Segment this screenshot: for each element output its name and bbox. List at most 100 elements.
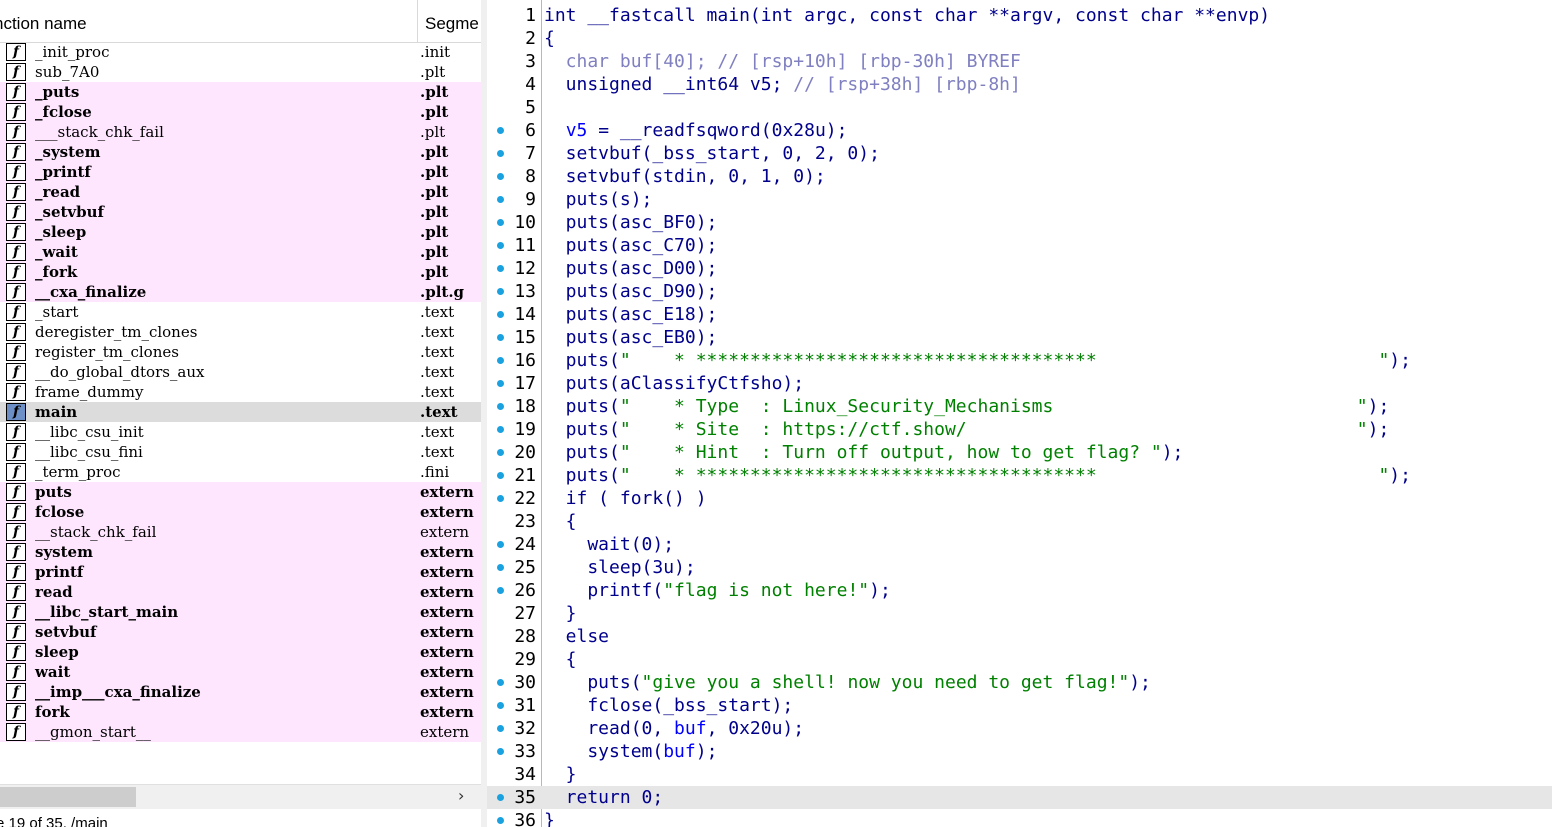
code-line[interactable]: 9 puts(s); — [487, 188, 1552, 211]
code-line[interactable]: 7 setvbuf(_bss_start, 0, 2, 0); — [487, 142, 1552, 165]
code-line[interactable]: 6 v5 = __readfsqword(0x28u); — [487, 119, 1552, 142]
function-row[interactable]: f __do_global_dtors_aux .text — [0, 362, 481, 382]
function-row[interactable]: f main .text — [0, 402, 481, 422]
pseudocode-panel[interactable]: 1 int __fastcall main(int argc, const cha… — [487, 0, 1552, 827]
breakpoint-dot-icon[interactable] — [497, 817, 504, 824]
code-line[interactable]: 19 puts(" * Site : https://ctf.show/ "); — [487, 418, 1552, 441]
function-row[interactable]: f _init_proc .init — [0, 42, 481, 62]
code-line[interactable]: 20 puts(" * Hint : Turn off output, how … — [487, 441, 1552, 464]
code-line[interactable]: 1 int __fastcall main(int argc, const cha… — [487, 4, 1552, 27]
function-row[interactable]: f frame_dummy .text — [0, 382, 481, 402]
code-line[interactable]: 15 puts(asc_EB0); — [487, 326, 1552, 349]
code-line[interactable]: 36} — [487, 809, 1552, 827]
code-line[interactable]: 33 system(buf); — [487, 740, 1552, 763]
code-line[interactable]: 13 puts(asc_D90); — [487, 280, 1552, 303]
function-row[interactable]: f _fclose .plt — [0, 102, 481, 122]
code-line[interactable]: 23 { — [487, 510, 1552, 533]
code-line[interactable]: 4 unsigned __int64 v5; // [rsp+38h] [rbp… — [487, 73, 1552, 96]
code-line[interactable]: 21 puts(" * ****************************… — [487, 464, 1552, 487]
code-line[interactable]: 24 wait(0); — [487, 533, 1552, 556]
code-line[interactable]: 17 puts(aClassifyCtfsho); — [487, 372, 1552, 395]
code-line[interactable]: 3 char buf[40]; // [rsp+10h] [rbp-30h] B… — [487, 50, 1552, 73]
function-row[interactable]: f __imp___cxa_finalize extern — [0, 682, 481, 702]
breakpoint-dot-icon[interactable] — [497, 403, 504, 410]
code-line[interactable]: 11 puts(asc_C70); — [487, 234, 1552, 257]
breakpoint-dot-icon[interactable] — [497, 702, 504, 709]
code-line[interactable]: 35 return 0; — [487, 786, 1552, 809]
breakpoint-dot-icon[interactable] — [497, 127, 504, 134]
scroll-right-arrow-icon[interactable]: › — [458, 786, 464, 805]
breakpoint-dot-icon[interactable] — [497, 449, 504, 456]
column-header-function-name[interactable]: nction name — [0, 0, 418, 42]
breakpoint-dot-icon[interactable] — [497, 541, 504, 548]
code-line[interactable]: 34 } — [487, 763, 1552, 786]
function-row[interactable]: f deregister_tm_clones .text — [0, 322, 481, 342]
code-line[interactable]: 5 — [487, 96, 1552, 119]
function-row[interactable]: f _fork .plt — [0, 262, 481, 282]
function-row[interactable]: f wait extern — [0, 662, 481, 682]
breakpoint-dot-icon[interactable] — [497, 380, 504, 387]
function-row[interactable]: f register_tm_clones .text — [0, 342, 481, 362]
breakpoint-dot-icon[interactable] — [497, 357, 504, 364]
breakpoint-dot-icon[interactable] — [497, 334, 504, 341]
function-row[interactable]: f _term_proc .fini — [0, 462, 481, 482]
function-row[interactable]: f sleep extern — [0, 642, 481, 662]
function-row[interactable]: f read extern — [0, 582, 481, 602]
code-line[interactable]: 22 if ( fork() ) — [487, 487, 1552, 510]
function-row[interactable]: f _read .plt — [0, 182, 481, 202]
breakpoint-dot-icon[interactable] — [497, 587, 504, 594]
function-row[interactable]: f _puts .plt — [0, 82, 481, 102]
breakpoint-dot-icon[interactable] — [497, 472, 504, 479]
function-row[interactable]: f __cxa_finalize .plt.g — [0, 282, 481, 302]
breakpoint-dot-icon[interactable] — [497, 564, 504, 571]
code-line[interactable]: 18 puts(" * Type : Linux_Security_Mechan… — [487, 395, 1552, 418]
code-line[interactable]: 10 puts(asc_BF0); — [487, 211, 1552, 234]
function-row[interactable]: f sub_7A0 .plt — [0, 62, 481, 82]
breakpoint-dot-icon[interactable] — [497, 288, 504, 295]
code-line[interactable]: 32 read(0, buf, 0x20u); — [487, 717, 1552, 740]
function-row[interactable]: f _sleep .plt — [0, 222, 481, 242]
breakpoint-dot-icon[interactable] — [497, 265, 504, 272]
function-row[interactable]: f _start .text — [0, 302, 481, 322]
code-line[interactable]: 2{ — [487, 27, 1552, 50]
code-line[interactable]: 14 puts(asc_E18); — [487, 303, 1552, 326]
code-line[interactable]: 8 setvbuf(stdin, 0, 1, 0); — [487, 165, 1552, 188]
code-line[interactable]: 30 puts("give you a shell! now you need … — [487, 671, 1552, 694]
function-row[interactable]: f _wait .plt — [0, 242, 481, 262]
function-row[interactable]: f printf extern — [0, 562, 481, 582]
code-line[interactable]: 12 puts(asc_D00); — [487, 257, 1552, 280]
function-row[interactable]: f __libc_start_main extern — [0, 602, 481, 622]
breakpoint-dot-icon[interactable] — [497, 150, 504, 157]
breakpoint-dot-icon[interactable] — [497, 748, 504, 755]
function-row[interactable]: f setvbuf extern — [0, 622, 481, 642]
code-line[interactable]: 28 else — [487, 625, 1552, 648]
function-row[interactable]: f puts extern — [0, 482, 481, 502]
breakpoint-dot-icon[interactable] — [497, 311, 504, 318]
breakpoint-dot-icon[interactable] — [497, 794, 504, 801]
scrollbar-thumb[interactable] — [0, 787, 136, 807]
breakpoint-dot-icon[interactable] — [497, 173, 504, 180]
breakpoint-dot-icon[interactable] — [497, 219, 504, 226]
code-line[interactable]: 27 } — [487, 602, 1552, 625]
function-row[interactable]: f __libc_csu_fini .text — [0, 442, 481, 462]
code-line[interactable]: 26 printf("flag is not here!"); — [487, 579, 1552, 602]
breakpoint-dot-icon[interactable] — [497, 679, 504, 686]
function-row[interactable]: f ___stack_chk_fail .plt — [0, 122, 481, 142]
breakpoint-dot-icon[interactable] — [497, 495, 504, 502]
code-line[interactable]: 25 sleep(3u); — [487, 556, 1552, 579]
code-line[interactable]: 29 { — [487, 648, 1552, 671]
function-row[interactable]: f fclose extern — [0, 502, 481, 522]
horizontal-scrollbar[interactable]: › — [0, 784, 481, 809]
function-row[interactable]: f _system .plt — [0, 142, 481, 162]
function-row[interactable]: f __gmon_start__ extern — [0, 722, 481, 742]
function-row[interactable]: f __libc_csu_init .text — [0, 422, 481, 442]
breakpoint-dot-icon[interactable] — [497, 426, 504, 433]
code-line[interactable]: 16 puts(" * ****************************… — [487, 349, 1552, 372]
code-line[interactable]: 31 fclose(_bss_start); — [487, 694, 1552, 717]
breakpoint-dot-icon[interactable] — [497, 242, 504, 249]
breakpoint-dot-icon[interactable] — [497, 725, 504, 732]
function-row[interactable]: f _printf .plt — [0, 162, 481, 182]
function-row[interactable]: f __stack_chk_fail extern — [0, 522, 481, 542]
function-row[interactable]: f _setvbuf .plt — [0, 202, 481, 222]
function-row[interactable]: f system extern — [0, 542, 481, 562]
